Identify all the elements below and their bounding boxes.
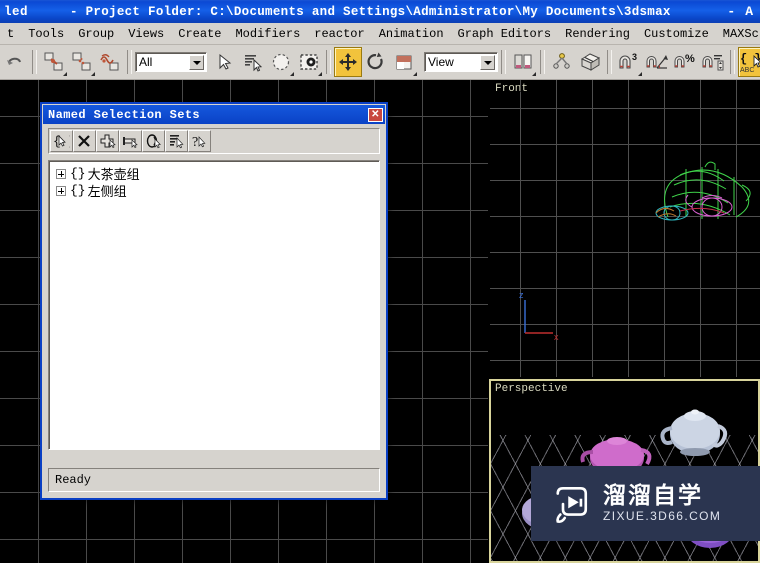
- watermark-url: ZIXUE.3D66.COM: [603, 509, 722, 523]
- selection-sets-tree[interactable]: {} 大茶壶组 {} 左侧组: [48, 160, 380, 450]
- play-button-icon: [556, 486, 588, 523]
- toolbar-separator-7: [730, 50, 735, 74]
- dialog-status-bar: Ready: [48, 468, 380, 492]
- reference-coordinate-value: View: [428, 55, 454, 69]
- close-icon[interactable]: ✕: [368, 107, 383, 122]
- toolbar-separator-4: [501, 50, 506, 74]
- title-left-fragment: led: [4, 4, 29, 19]
- expand-icon[interactable]: [56, 168, 66, 179]
- schematic-view-icon[interactable]: [548, 47, 576, 77]
- svg-text:3: 3: [632, 52, 637, 62]
- menu-item-edit[interactable]: t: [0, 25, 21, 43]
- viewport-horizontal-splitter[interactable]: [488, 377, 760, 380]
- select-and-move-icon[interactable]: [334, 47, 362, 77]
- menu-item-group[interactable]: Group: [71, 25, 121, 43]
- select-region-circular-icon[interactable]: [267, 47, 295, 77]
- selection-filter-combo[interactable]: All: [135, 52, 207, 72]
- select-by-name-icon[interactable]: [239, 47, 267, 77]
- chevron-down-icon-2[interactable]: [480, 55, 495, 70]
- set-name-label: 左侧组: [87, 185, 127, 200]
- menu-item-customize[interactable]: Customize: [637, 25, 716, 43]
- toolbar-separator: [32, 50, 37, 74]
- angle-snap-icon[interactable]: [643, 47, 671, 77]
- toolbar-separator-2: [127, 50, 132, 74]
- dialog-body: { }: [48, 128, 380, 492]
- menu-item-animation[interactable]: Animation: [372, 25, 451, 43]
- list-item[interactable]: {} 左侧组: [52, 182, 376, 200]
- menu-item-reactor[interactable]: reactor: [307, 25, 371, 43]
- undo-icon[interactable]: [1, 47, 29, 77]
- chevron-down-icon[interactable]: [189, 55, 204, 70]
- add-selected-objects-button[interactable]: [96, 130, 119, 152]
- subtract-selected-objects-button[interactable]: [119, 130, 142, 152]
- select-region-fence-icon[interactable]: [295, 47, 323, 77]
- menu-item-create[interactable]: Create: [171, 25, 228, 43]
- list-item[interactable]: {} 大茶壶组: [52, 165, 376, 183]
- menu-item-graph-editors[interactable]: Graph Editors: [451, 25, 559, 43]
- selection-filter-value: All: [139, 55, 153, 69]
- set-brace-icon: {}: [70, 166, 86, 181]
- select-objects-by-set-button[interactable]: [142, 130, 165, 152]
- viewport-axis-tripod: z x: [519, 290, 559, 342]
- svg-text:ABC: ABC: [740, 67, 754, 74]
- mirror-icon[interactable]: [509, 47, 537, 77]
- set-brace-icon: {}: [70, 183, 86, 198]
- menu-item-tools[interactable]: Tools: [21, 25, 71, 43]
- viewport-perspective-label: Perspective: [495, 383, 568, 395]
- watermark-title: 溜溜自学: [603, 483, 703, 509]
- select-link-icon[interactable]: [40, 47, 68, 77]
- watermark-overlay: 溜溜自学 ZIXUE.3D66.COM: [531, 466, 760, 541]
- menu-item-modifiers[interactable]: Modifiers: [228, 25, 307, 43]
- select-and-rotate-icon[interactable]: [362, 47, 390, 77]
- maximize-icon[interactable]: A: [740, 4, 758, 19]
- toolbar-separator-6: [607, 50, 612, 74]
- viewport-front-label: Front: [495, 83, 529, 95]
- dialog-title-bar[interactable]: Named Selection Sets ✕: [43, 105, 385, 124]
- use-pivot-center-icon[interactable]: [390, 47, 418, 77]
- spinner-snap-icon[interactable]: [699, 47, 727, 77]
- reference-coordinate-combo[interactable]: View: [424, 52, 498, 72]
- expand-icon[interactable]: [56, 185, 66, 196]
- toolbar-separator-3: [326, 50, 331, 74]
- svg-text:x: x: [554, 332, 559, 342]
- menu-bar: t Tools Group Views Create Modifiers rea…: [0, 23, 760, 45]
- toolbar-separator-5: [540, 50, 545, 74]
- svg-text:?: ?: [192, 135, 198, 149]
- menu-item-rendering[interactable]: Rendering: [558, 25, 637, 43]
- minimize-icon[interactable]: -: [722, 4, 740, 19]
- bind-space-warp-icon[interactable]: [96, 47, 124, 77]
- dialog-toolbar: { }: [48, 128, 380, 154]
- main-toolbar: All View 3 % {} ABC: [0, 45, 760, 80]
- title-project-path: - Project Folder: C:\Documents and Setti…: [70, 4, 671, 19]
- menu-item-maxscript[interactable]: MAXScript: [716, 25, 760, 43]
- create-new-set-button[interactable]: { }: [50, 130, 73, 152]
- unlink-icon[interactable]: [68, 47, 96, 77]
- wireframe-teapots-front: [655, 161, 751, 221]
- highlight-selected-objects-button[interactable]: ?: [188, 130, 211, 152]
- menu-item-views[interactable]: Views: [121, 25, 171, 43]
- snap-toggle-icon[interactable]: 3: [615, 47, 643, 77]
- svg-text:%: %: [685, 53, 695, 65]
- viewport-vertical-splitter[interactable]: [488, 160, 490, 563]
- watermark-text: 溜溜自学 ZIXUE.3D66.COM: [603, 483, 721, 524]
- status-text: Ready: [55, 473, 92, 487]
- window-controls: - A: [722, 0, 758, 23]
- title-bar: led - Project Folder: C:\Documents and S…: [0, 0, 760, 23]
- named-selection-sets-dialog[interactable]: Named Selection Sets ✕ { }: [40, 102, 388, 500]
- select-object-icon[interactable]: [211, 47, 239, 77]
- select-sets-by-object-button[interactable]: [165, 130, 188, 152]
- material-editor-icon[interactable]: [576, 47, 604, 77]
- shaded-teapot-gray: [660, 409, 728, 456]
- svg-text:z: z: [519, 290, 524, 300]
- dialog-title-text: Named Selection Sets: [48, 107, 201, 122]
- delete-set-button[interactable]: [73, 130, 96, 152]
- viewport-front[interactable]: Front z x: [490, 80, 760, 378]
- percent-snap-icon[interactable]: %: [671, 47, 699, 77]
- 3dsmax-window: led - Project Folder: C:\Documents and S…: [0, 0, 760, 563]
- named-selection-sets-icon[interactable]: { } ABC: [738, 47, 760, 77]
